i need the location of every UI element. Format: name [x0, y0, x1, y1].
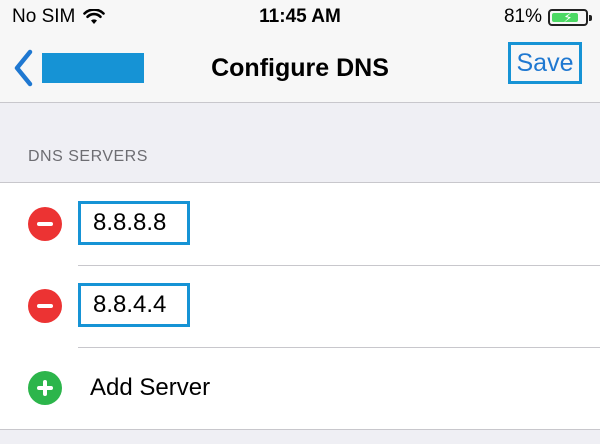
add-server-label[interactable]: Add Server [90, 374, 210, 402]
dns-server-field[interactable]: 8.8.4.4 [78, 283, 190, 327]
dns-server-row: 8.8.4.4 [0, 265, 600, 347]
status-bar: No SIM 11:45 AM 81% ⚡ [0, 0, 600, 34]
minus-bar [37, 304, 53, 308]
dns-server-row: 8.8.8.8 [0, 183, 600, 265]
dns-server-list: 8.8.8.8 8.8.4.4 Add Server [0, 182, 600, 430]
plus-vertical [43, 380, 47, 396]
battery-charging-icon: ⚡ [548, 8, 592, 26]
delete-server-icon[interactable] [28, 207, 62, 241]
minus-bar [37, 222, 53, 226]
add-server-row[interactable]: Add Server [0, 347, 600, 429]
navigation-bar: Configure DNS Save [0, 34, 600, 103]
save-button[interactable]: Save [508, 42, 582, 84]
add-server-icon[interactable] [28, 371, 62, 405]
delete-server-icon[interactable] [28, 289, 62, 323]
charging-bolt-icon: ⚡ [563, 9, 573, 25]
battery-percent: 81% [503, 6, 542, 27]
section-header-dns-servers: DNS SERVERS [28, 148, 148, 165]
dns-server-field[interactable]: 8.8.8.8 [78, 201, 190, 245]
status-right: 81% ⚡ [503, 6, 592, 28]
